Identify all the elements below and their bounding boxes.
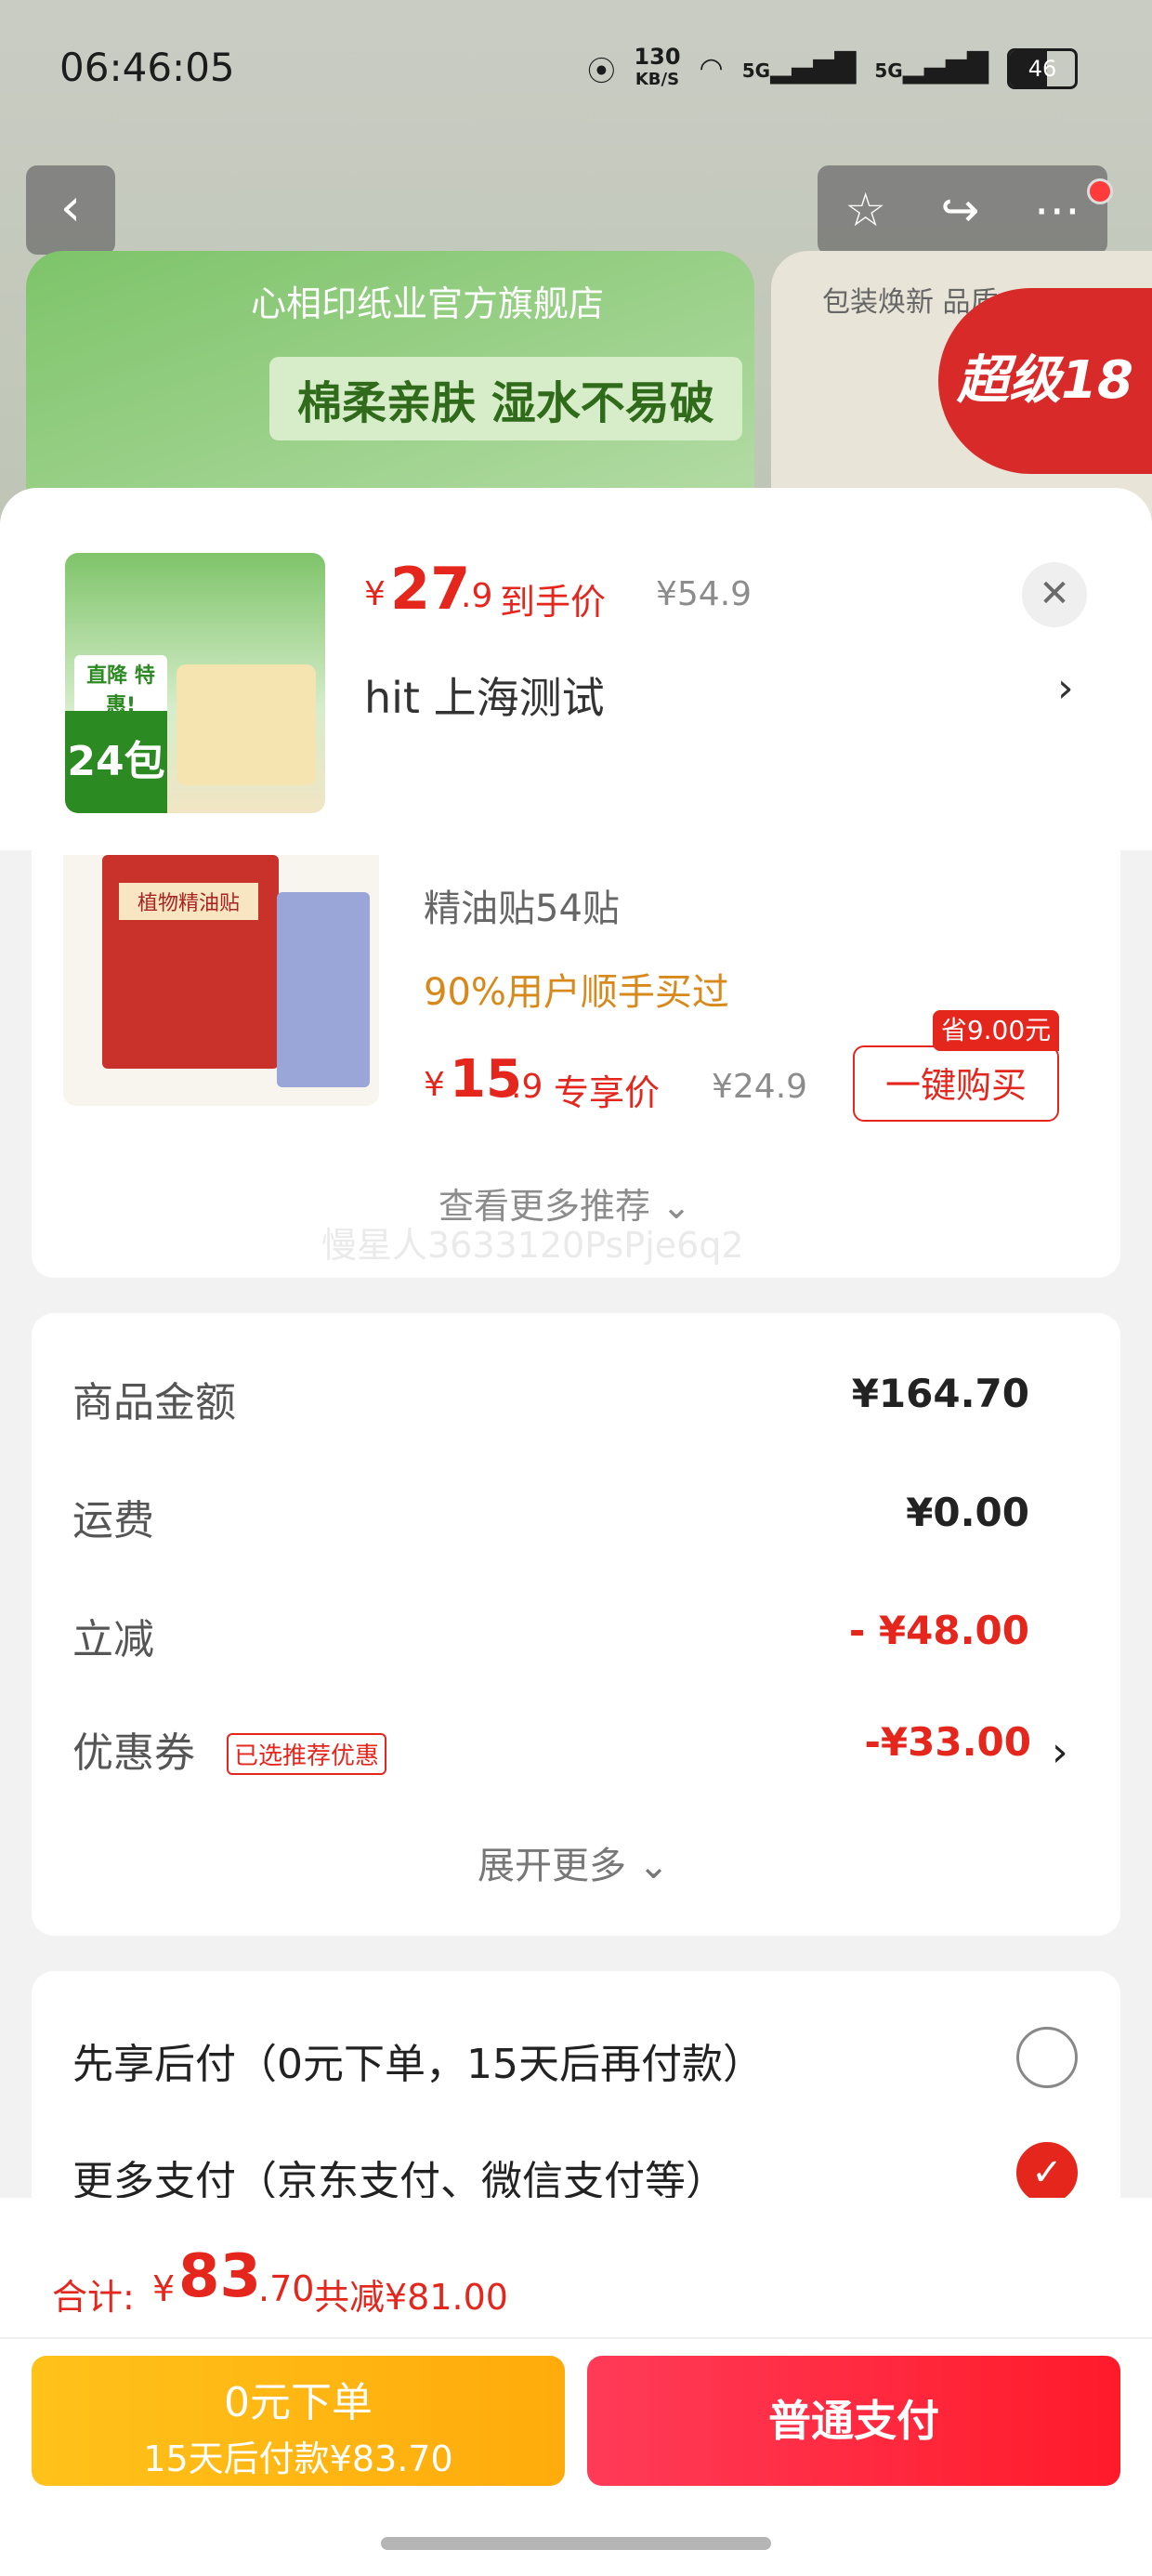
- row-label-coupon[interactable]: 优惠券: [72, 1719, 195, 1779]
- net-speed: 130 KB/S: [634, 44, 681, 89]
- status-icons: ⦿ 130 KB/S ◠ 5G▂▄▆█ 5G▂▄▆█ 46: [587, 46, 1078, 90]
- thumbnail-product-box: [177, 664, 316, 785]
- price-integer: 27: [390, 555, 471, 623]
- rec-bought-text: 90%用户顺手买过: [424, 971, 729, 1014]
- total-integer: 83: [178, 2242, 262, 2311]
- row-label-discount: 立减: [72, 1616, 154, 1663]
- price-decimal: .9: [461, 577, 493, 615]
- row-value-discount: - ¥48.00: [848, 1608, 1029, 1653]
- footer-divider: [0, 2337, 1152, 2339]
- total-label: 合计:: [52, 2277, 135, 2318]
- share-icon[interactable]: ↪: [940, 183, 979, 237]
- price-label: 到手价: [500, 582, 607, 623]
- row-value-goods-amount: ¥164.70: [851, 1371, 1029, 1416]
- checkout-footer: 合计: ¥ 83 .70 共减¥81.00 0元下单 15天后付款¥83.70 …: [0, 2198, 1152, 2576]
- delivery-address[interactable]: hit 上海测试: [364, 664, 605, 726]
- one-click-buy-button[interactable]: 一键购买: [853, 1045, 1059, 1122]
- shop-banner-slogan: 棉柔亲肤 湿水不易破: [269, 357, 742, 440]
- rec-name: 精油贴54贴: [424, 887, 620, 930]
- signal-icon-2: 5G▂▄▆█: [874, 52, 988, 85]
- check-icon: ✓: [1031, 2151, 1063, 2194]
- thumbnail-count: 24包: [65, 711, 167, 813]
- zero-order-line1: 0元下单: [224, 2379, 373, 2426]
- pay-option-more-radio[interactable]: ✓: [1016, 2142, 1078, 2203]
- row-label-shipping: 运费: [72, 1497, 154, 1544]
- status-bar: 06:46:05 ⦿ 130 KB/S ◠ 5G▂▄▆█ 5G▂▄▆█ 46: [0, 0, 1152, 139]
- total-saved: 共减¥81.00: [314, 2277, 508, 2318]
- pay-option-later-radio[interactable]: [1016, 2027, 1078, 2088]
- side-banner-badge: 超级18: [938, 288, 1152, 474]
- save-badge: 省9.00元: [933, 1010, 1059, 1051]
- chevron-right-icon[interactable]: ›: [1052, 1728, 1068, 1776]
- notification-dot: [1087, 178, 1113, 204]
- row-label-goods-amount: 商品金额: [72, 1379, 236, 1426]
- close-icon: ✕: [1039, 572, 1070, 615]
- rec-price-decimal: .9: [511, 1068, 543, 1106]
- row-value-coupon[interactable]: -¥33.00: [567, 1719, 1031, 1765]
- recommendation-image[interactable]: 植物精油贴: [63, 855, 379, 1106]
- coupon-tag: 已选推荐优惠: [227, 1733, 387, 1775]
- home-indicator[interactable]: [381, 2537, 771, 2550]
- chevron-left-icon: ‹: [59, 177, 82, 238]
- back-button[interactable]: ‹: [26, 165, 115, 255]
- row-value-shipping: ¥0.00: [906, 1490, 1029, 1535]
- rec-price-currency: ¥: [424, 1066, 445, 1104]
- status-time: 06:46:05: [59, 45, 235, 90]
- rec-image-label: 植物精油贴: [119, 883, 258, 920]
- checkout-sheet: 直降 特惠! 24包 ¥ 27 .9 到手价 ¥54.9 ✕ hit 上海测试 …: [0, 488, 1152, 2576]
- wifi-icon: ◠: [699, 52, 724, 85]
- star-icon[interactable]: ☆: [844, 183, 886, 237]
- product-header: 直降 特惠! 24包 ¥ 27 .9 到手价 ¥54.9 ✕ hit 上海测试 …: [0, 488, 1152, 850]
- total-currency: ¥: [152, 2268, 176, 2309]
- close-button[interactable]: ✕: [1022, 562, 1087, 627]
- normal-pay-button[interactable]: 普通支付: [587, 2356, 1120, 2486]
- rec-image-sheet: [277, 892, 370, 1087]
- rec-price-label: 专享价: [554, 1072, 661, 1113]
- rec-original-price: ¥24.9: [712, 1068, 808, 1106]
- product-thumbnail: 直降 特惠! 24包: [65, 553, 325, 813]
- chevron-right-icon[interactable]: ›: [1057, 664, 1074, 712]
- battery-icon: 46: [1007, 47, 1078, 89]
- zero-order-line2: 15天后付款¥83.70: [143, 2438, 453, 2479]
- pay-option-later[interactable]: 先享后付（0元下单，15天后再付款）: [72, 2031, 764, 2090]
- original-price: ¥54.9: [656, 575, 753, 613]
- location-icon: ⦿: [587, 55, 616, 88]
- nav-actions: ☆ ↪ ⋯: [818, 165, 1107, 255]
- watermark: 慢星人3633120PsPje6q2: [321, 1225, 744, 1266]
- expand-more-link[interactable]: 展开更多 ⌄: [478, 1835, 669, 1889]
- shop-banner-name: 心相印纸业官方旗舰店: [251, 283, 605, 324]
- signal-icon: 5G▂▄▆█: [741, 52, 857, 85]
- more-icon[interactable]: ⋯: [1034, 183, 1080, 237]
- zero-yuan-order-button[interactable]: 0元下单 15天后付款¥83.70: [32, 2356, 565, 2486]
- total-decimal: .70: [258, 2268, 315, 2309]
- price-currency: ¥: [364, 575, 386, 613]
